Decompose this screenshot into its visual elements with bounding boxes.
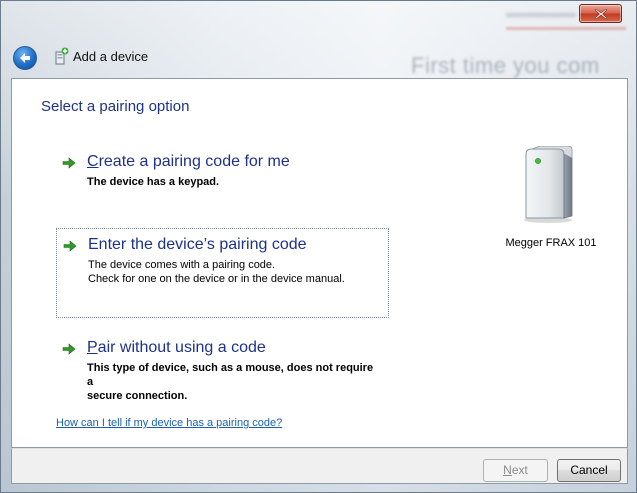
option-description: The device has a keypad.: [87, 176, 220, 188]
option-enter-device-pairing-code[interactable]: Enter the device’s pairing code The devi…: [56, 228, 389, 318]
window-title: Add a device: [73, 49, 149, 64]
green-arrow-icon: [62, 343, 76, 355]
background-glass-blur-accent: [506, 27, 626, 30]
device-name: Megger FRAX 101: [505, 237, 597, 249]
green-arrow-icon: [63, 240, 77, 252]
back-button[interactable]: [13, 46, 37, 70]
green-arrow-icon: [62, 156, 76, 170]
option-title: Create a pairing code for me: [87, 153, 290, 170]
option-pair-without-code[interactable]: Pair without using a code This type of d…: [56, 332, 389, 411]
option-description: The device comes with a pairing code. Ch…: [88, 259, 345, 285]
close-icon: [595, 9, 607, 19]
add-device-window: First time you com Add a device Select a…: [0, 0, 637, 493]
next-button[interactable]: Next: [483, 459, 548, 482]
pairing-code-help-link[interactable]: How can I tell if my device has a pairin…: [56, 417, 282, 429]
close-button[interactable]: [579, 4, 622, 23]
computer-tower-icon: [524, 146, 573, 223]
back-arrow-icon: [20, 53, 30, 63]
cancel-button[interactable]: Cancel: [557, 459, 621, 482]
option-title: Enter the device’s pairing code: [88, 236, 307, 253]
background-glass-blur: [506, 13, 576, 17]
page-heading: Select a pairing option: [41, 98, 190, 115]
option-title: Pair without using a code: [87, 339, 266, 356]
option-create-pairing-code[interactable]: Create a pairing code for me The device …: [56, 146, 389, 197]
add-device-icon: [55, 47, 69, 65]
background-window-text: First time you com: [411, 53, 600, 78]
option-description: This type of device, such as a mouse, do…: [87, 362, 374, 402]
